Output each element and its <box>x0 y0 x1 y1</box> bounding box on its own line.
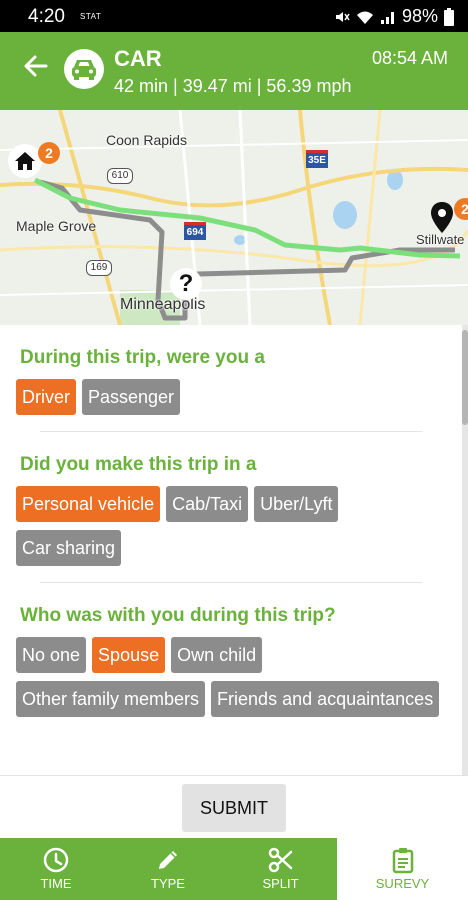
trip-stats: 42 min | 39.47 mi | 56.39 mph <box>114 76 352 96</box>
trip-map[interactable]: Coon Rapids Maple Grove Minneapolis Stil… <box>0 110 468 325</box>
scissors-icon <box>268 847 292 873</box>
origin-marker[interactable] <box>8 144 42 178</box>
origin-count-badge: 2 <box>38 142 60 164</box>
option-cab-taxi[interactable]: Cab/Taxi <box>166 486 249 522</box>
clipboard-icon <box>392 848 413 874</box>
status-icons: 98% <box>334 6 454 27</box>
home-icon <box>15 152 35 170</box>
map-lake <box>333 201 357 229</box>
option-passenger[interactable]: Passenger <box>82 379 181 415</box>
question-role: During this trip, were you a <box>20 347 265 368</box>
nav-tab-split[interactable]: SPLIT <box>224 838 337 900</box>
option-spouse[interactable]: Spouse <box>92 637 166 673</box>
option-car-sharing[interactable]: Car sharing <box>16 530 122 566</box>
nav-label-type: TYPE <box>151 876 185 891</box>
map-label-maple-grove: Maple Grove <box>16 218 97 234</box>
option-driver[interactable]: Driver <box>16 379 76 415</box>
option-uber-lyft[interactable]: Uber/Lyft <box>254 486 339 522</box>
status-time: 4:20 <box>28 6 65 27</box>
nav-tab-type[interactable]: TYPE <box>112 838 224 900</box>
submit-button[interactable]: SUBMIT <box>182 784 286 832</box>
option-own-child[interactable]: Own child <box>171 637 263 673</box>
highway-shield-169: 169 <box>86 260 112 276</box>
highway-shield-35e: 35E <box>306 150 328 168</box>
section-divider <box>40 431 422 432</box>
location-pin-icon[interactable] <box>430 202 454 234</box>
battery-icon <box>444 7 454 26</box>
option-personal-vehicle[interactable]: Personal vehicle <box>16 486 161 522</box>
trip-start-time: 08:54 AM <box>371 48 448 68</box>
map-label-stillwater: Stillwate <box>416 232 465 247</box>
map-lake <box>234 235 246 245</box>
question-vehicle: Did you make this trip in a <box>20 454 257 475</box>
map-label-minneapolis: Minneapolis <box>120 296 206 313</box>
mute-icon <box>335 11 350 22</box>
submit-bar: SUBMIT <box>0 775 468 839</box>
highway-shield-610: 610 <box>107 168 133 184</box>
status-carrier-label: STAT <box>80 12 102 21</box>
survey-scroll-thumb[interactable] <box>462 330 468 425</box>
nav-label-survey: SUREVY <box>375 876 430 891</box>
role-options: Driver Passenger <box>16 379 446 415</box>
pencil-icon <box>159 851 177 869</box>
battery-percent: 98% <box>401 6 438 26</box>
wifi-icon <box>356 11 373 24</box>
nav-tab-survey[interactable]: SUREVY <box>337 838 468 900</box>
trip-header: CAR 42 min | 39.47 mi | 56.39 mph 08:54 … <box>0 32 468 110</box>
vehicle-options: Personal vehicle Cab/Taxi Uber/Lyft Car … <box>16 486 446 566</box>
option-other-family-members[interactable]: Other family members <box>16 681 206 717</box>
bottom-navigation: TIME TYPE SPLIT SUREVY <box>0 838 468 900</box>
mode-icon-circle <box>64 49 104 89</box>
signal-icon <box>380 11 394 24</box>
trip-mode-title: CAR <box>114 46 162 71</box>
clock-icon <box>43 847 69 873</box>
section-divider <box>40 582 422 583</box>
car-icon <box>72 60 96 80</box>
nav-tab-time[interactable]: TIME <box>0 838 112 900</box>
nav-label-time: TIME <box>40 876 72 891</box>
unknown-segment-marker[interactable]: ? <box>170 268 202 300</box>
map-label-coon-rapids: Coon Rapids <box>106 132 187 148</box>
highway-shield-694: 694 <box>184 222 206 240</box>
status-bar: 4:20 STAT 98% <box>0 0 468 32</box>
survey-panel: During this trip, were you a Driver Pass… <box>0 325 462 775</box>
option-no-one[interactable]: No one <box>16 637 87 673</box>
nav-label-split: SPLIT <box>262 876 299 891</box>
option-friends-acquaintances[interactable]: Friends and acquaintances <box>211 681 440 717</box>
companion-options: No one Spouse Own child Other family mem… <box>16 637 446 717</box>
question-companions: Who was with you during this trip? <box>20 605 336 626</box>
arrow-left-icon[interactable] <box>22 52 50 80</box>
